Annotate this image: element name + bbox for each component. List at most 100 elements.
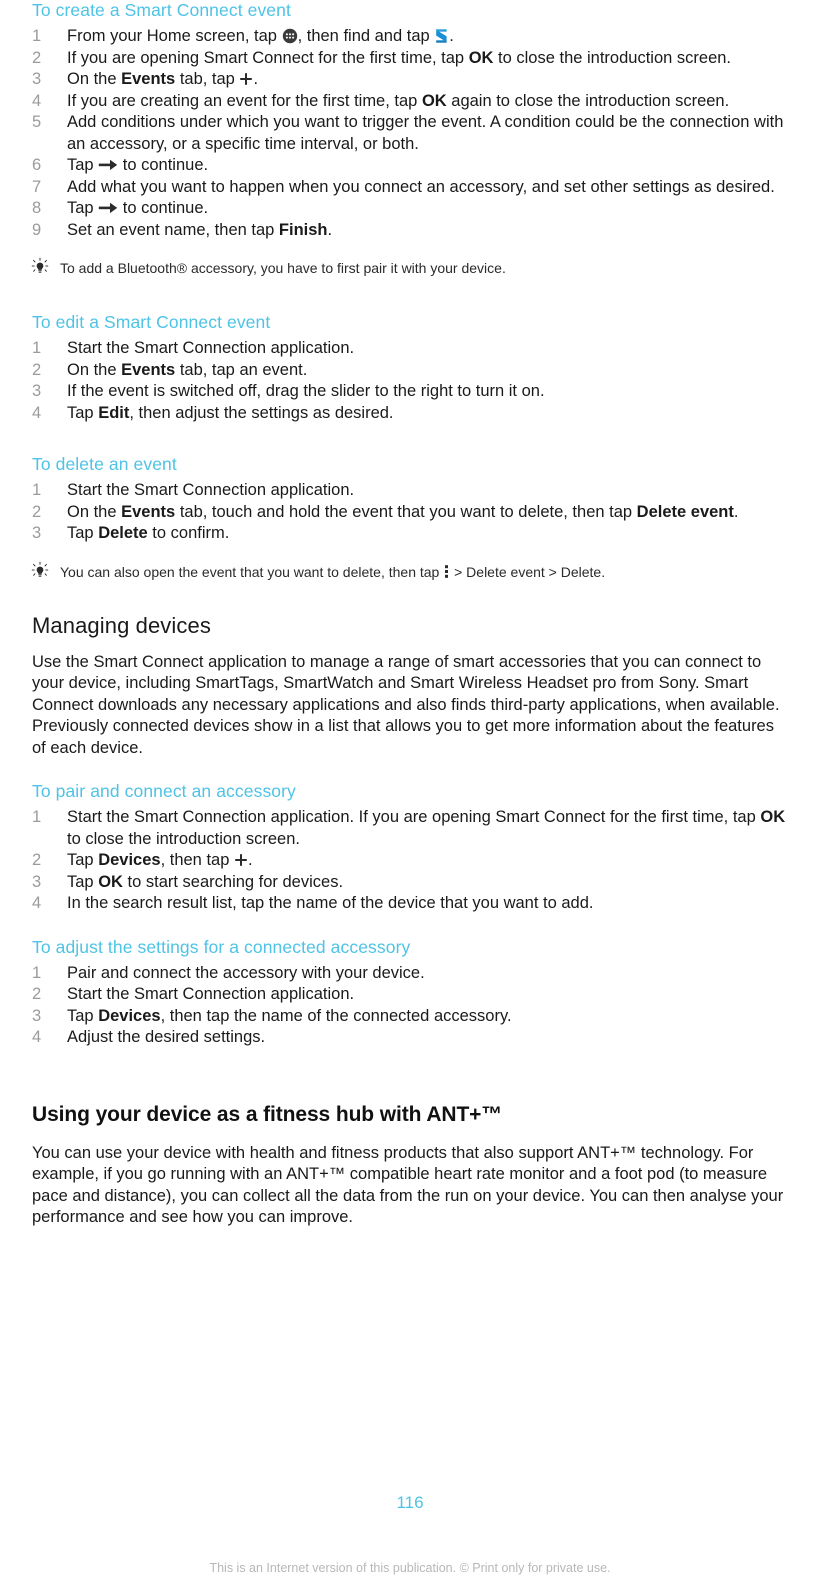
smart-connect-icon [434, 28, 449, 44]
arrow-right-icon [98, 201, 118, 215]
step-text-post: . [247, 851, 253, 869]
step-item: Start the Smart Connection application. [32, 338, 792, 360]
step-item: Add conditions under which you want to t… [32, 112, 792, 155]
step-text-pre: Tap [67, 872, 99, 891]
step-text-mid: tab, tap [175, 70, 240, 88]
heading-managing-devices: Managing devices [32, 612, 211, 638]
step-text-pre: Start the Smart Connection application. [67, 985, 355, 1003]
steps-pair-and-connect-accessory: Start the Smart Connection application. … [32, 807, 792, 915]
tip-text-pre: You can also open the event that you wan… [60, 563, 444, 580]
step-text-bold: OK [760, 808, 786, 826]
step-text-pre: Start the Smart Connection application. … [67, 808, 761, 826]
step-text-pre: Add what you want to happen when you con… [67, 177, 775, 196]
step-text-pre: If you are opening Smart Connect for the… [67, 48, 469, 67]
step-text-bold: Events [121, 502, 176, 521]
step-text-mid: tab, touch and hold the event that you w… [175, 502, 637, 521]
step-text-bold: Devices [98, 851, 161, 869]
step-item: Tap Devices, then tap . [32, 850, 792, 872]
step-text-pre: Set an event name, then tap [67, 220, 279, 239]
step-text-bold: Delete [98, 524, 148, 542]
step-item: Pair and connect the accessory with your… [32, 963, 792, 985]
step-text-bold: OK [468, 48, 494, 67]
step-text-pre: From your Home screen, tap [67, 27, 282, 45]
step-item: Start the Smart Connection application. … [32, 807, 792, 850]
step-item: Add what you want to happen when you con… [32, 177, 792, 199]
step-text-bold: Edit [98, 403, 130, 422]
manual-page: To create a Smart Connect event From you… [0, 0, 820, 1590]
step-item: If you are opening Smart Connect for the… [32, 48, 792, 70]
step-item: Tap to continue. [32, 198, 792, 220]
paragraph-managing-devices: Use the Smart Connect application to man… [32, 652, 780, 757]
step-item: Tap Edit, then adjust the settings as de… [32, 403, 792, 425]
step-text-pre: Add conditions under which you want to t… [67, 113, 784, 153]
step-text-mid: , then tap [160, 851, 234, 869]
step-text-post: . [733, 502, 739, 521]
step-item: Tap to continue. [32, 155, 792, 177]
step-text-post: tab, tap an event. [175, 360, 308, 379]
step-text-post: again to close the introduction screen. [446, 91, 730, 110]
step-text-bold: Devices [98, 1006, 161, 1025]
page-number: 116 [396, 1493, 424, 1512]
step-text-pre: Tap [67, 1006, 99, 1025]
heading-create-smart-connect-event: To create a Smart Connect event [32, 0, 291, 20]
step-text-bold: Events [121, 360, 176, 379]
step-item: Start the Smart Connection application. [32, 984, 792, 1006]
step-item: On the Events tab, touch and hold the ev… [32, 502, 792, 524]
step-item: Adjust the desired settings. [32, 1027, 792, 1049]
step-text-post: , then adjust the settings as desired. [129, 403, 394, 422]
step-text-pre: Tap [67, 851, 99, 869]
step-text-pre: Start the Smart Connection application. [67, 339, 355, 357]
step-item: In the search result list, tap the name … [32, 893, 792, 915]
step-text-post: to continue. [118, 156, 209, 174]
tip-bluetooth-pairing: To add a Bluetooth® accessory, you have … [30, 257, 792, 282]
step-text-post: to confirm. [147, 524, 230, 542]
step-item: If you are creating an event for the fir… [32, 91, 792, 113]
step-text-post: to continue. [118, 199, 209, 217]
step-text-bold-2: Delete event [636, 502, 734, 521]
step-item: On the Events tab, tap an event. [32, 360, 792, 382]
tip-text: To add a Bluetooth® accessory, you have … [60, 260, 506, 276]
step-text-pre: If you are creating an event for the fir… [67, 91, 422, 110]
heading-edit-smart-connect-event: To edit a Smart Connect event [32, 312, 271, 332]
step-text-post: to close the introduction screen. [67, 829, 300, 848]
step-item: Tap OK to start searching for devices. [32, 872, 792, 894]
paragraph-ant-plus: You can use your device with health and … [32, 1143, 784, 1227]
step-text-pre: Tap [67, 199, 99, 217]
step-text-pre: Pair and connect the accessory with your… [67, 963, 425, 982]
tip-delete-event-alternative: You can also open the event that you wan… [31, 561, 792, 586]
heading-delete-event: To delete an event [32, 454, 177, 474]
step-text-pre: On the [67, 502, 122, 521]
lightbulb-icon [30, 257, 60, 282]
step-text-mid: , then find and tap [297, 27, 435, 45]
step-item: Set an event name, then tap Finish. [32, 220, 792, 242]
step-text-pre: Tap [67, 156, 99, 174]
steps-edit-smart-connect-event: Start the Smart Connection application. … [32, 338, 792, 424]
step-item: Start the Smart Connection application. [32, 480, 792, 502]
arrow-right-icon [98, 158, 118, 172]
step-text-post: . [449, 27, 454, 45]
plus-icon [239, 72, 253, 86]
step-text-pre: On the [67, 70, 122, 88]
step-item: If the event is switched off, drag the s… [32, 381, 792, 403]
heading-ant-plus-fitness-hub: Using your device as a fitness hub with … [32, 1102, 503, 1126]
step-text-bold: Events [121, 70, 176, 88]
step-text-pre: Adjust the desired settings. [67, 1028, 266, 1046]
step-text-pre: On the [67, 360, 122, 379]
steps-create-smart-connect-event: From your Home screen, tap , then find a… [32, 26, 792, 241]
plus-icon [234, 853, 248, 867]
step-item: Tap Delete to confirm. [32, 523, 792, 545]
step-text-bold: OK [421, 91, 447, 110]
steps-delete-event: Start the Smart Connection application. … [32, 480, 792, 545]
steps-adjust-settings-connected-accessory: Pair and connect the accessory with your… [32, 963, 792, 1049]
step-text-post: . [327, 220, 333, 239]
tip-text-post: > Delete event > Delete. [450, 563, 606, 580]
